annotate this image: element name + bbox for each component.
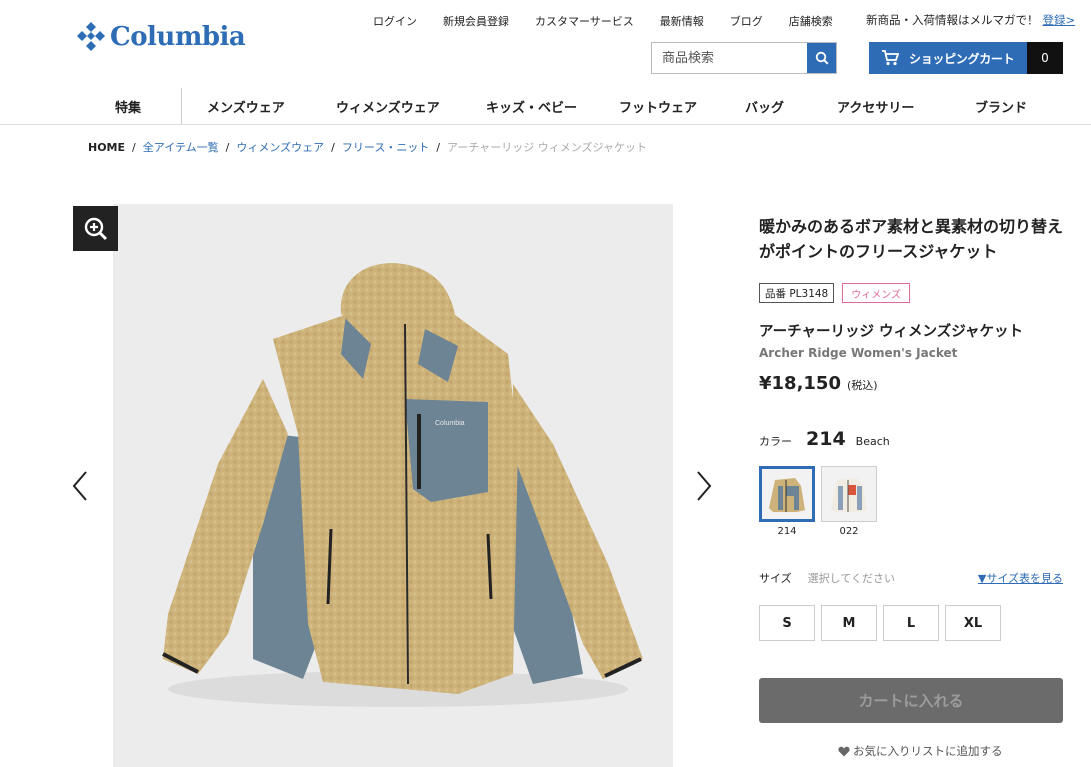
customer-service-link[interactable]: カスタマーサービス (535, 13, 634, 29)
breadcrumb-separator: / (331, 140, 335, 154)
product-name-en: Archer Ridge Women's Jacket (759, 346, 958, 360)
login-link[interactable]: ログイン (373, 13, 417, 29)
sku-badge: 品番 PL3148 (759, 283, 835, 303)
add-to-cart-button[interactable]: カートに入れる (759, 678, 1063, 723)
product-price: ¥18,150 (税込) (759, 373, 878, 394)
color-swatches: 214 022 (759, 466, 883, 537)
jacket-thumbnail-white (831, 478, 867, 512)
nav-kids[interactable]: キッズ・ベビー (486, 97, 577, 116)
main-nav: 特集 メンズウェア ウィメンズウェア キッズ・ベビー フットウェア バッグ アク… (0, 88, 1091, 125)
blog-link[interactable]: ブログ (730, 13, 763, 29)
zoom-button[interactable] (73, 206, 118, 251)
nav-features[interactable]: 特集 (115, 97, 141, 116)
search-box (651, 42, 837, 74)
swatch-thumbnail (821, 466, 877, 522)
nav-bags[interactable]: バッグ (745, 97, 784, 116)
size-hint: 選択してください (807, 572, 896, 585)
price-tax-note: (税込) (846, 379, 878, 392)
nav-accessories[interactable]: アクセサリー (837, 97, 914, 116)
search-button[interactable] (807, 43, 836, 73)
size-s-button[interactable]: S (759, 605, 815, 641)
size-m-button[interactable]: M (821, 605, 877, 641)
jacket-illustration: Columbia (162, 263, 643, 707)
brand-name: Columbia (110, 22, 246, 52)
columbia-diamond-icon (77, 22, 105, 51)
breadcrumb: HOME / 全アイテム一覧 / ウィメンズウェア / フリース・ニット / ア… (88, 139, 647, 155)
breadcrumb-home[interactable]: HOME (88, 141, 125, 154)
newsletter-promo: 新商品・入荷情報はメルマガで！ 登録> (866, 12, 1075, 28)
product-image[interactable]: Columbia (113, 204, 673, 767)
product-headline: 暖かみのあるボア素材と異素材の切り替えがポイントのフリースジャケット (759, 217, 1064, 261)
color-code: 214 (806, 428, 846, 450)
swatch-code: 214 (777, 526, 797, 537)
breadcrumb-womens[interactable]: ウィメンズウェア (236, 139, 324, 155)
previous-image-button[interactable] (70, 468, 90, 504)
newsletter-register-link[interactable]: 登録> (1043, 13, 1076, 27)
utility-nav: ログイン 新規会員登録 カスタマーサービス 最新情報 ブログ 店舗検索 (373, 13, 859, 29)
cart-label: ショッピングカート (909, 51, 1015, 66)
jacket-logo: Columbia (435, 420, 465, 427)
product-tags: 品番 PL3148 ウィメンズ (759, 283, 911, 303)
jacket-thumbnail-beach (769, 478, 805, 512)
breadcrumb-separator: / (132, 140, 136, 154)
add-to-wishlist-link[interactable]: お気に入りリストに追加する (838, 743, 1003, 759)
chevron-right-icon (697, 471, 712, 501)
product-name-ja: アーチャーリッジ ウィメンズジャケット (759, 324, 1024, 340)
size-label: サイズ (759, 572, 792, 585)
store-search-link[interactable]: 店舗検索 (789, 13, 833, 29)
register-link[interactable]: 新規会員登録 (443, 13, 509, 29)
search-input[interactable] (652, 43, 807, 73)
cart-icon (881, 50, 899, 66)
shopping-cart-button[interactable]: ショッピングカート 0 (869, 42, 1063, 74)
heart-icon (838, 746, 850, 757)
nav-womens[interactable]: ウィメンズウェア (336, 97, 440, 116)
nav-mens[interactable]: メンズウェア (207, 97, 285, 116)
zoom-in-icon (84, 217, 107, 240)
color-selection: カラー 214 Beach (759, 428, 890, 450)
size-l-button[interactable]: L (883, 605, 939, 641)
size-xl-button[interactable]: XL (945, 605, 1001, 641)
newsletter-text: 新商品・入荷情報はメルマガで！ (866, 13, 1039, 27)
wishlist-label: お気に入りリストに追加する (853, 744, 1003, 758)
swatch-code: 022 (839, 526, 859, 537)
size-chart-link[interactable]: ▼サイズ表を見る (978, 570, 1063, 586)
nav-brand[interactable]: ブランド (975, 97, 1027, 116)
swatch-thumbnail (759, 466, 815, 522)
nav-footwear[interactable]: フットウェア (619, 97, 697, 116)
swatch-214[interactable]: 214 (759, 466, 815, 537)
news-link[interactable]: 最新情報 (660, 13, 704, 29)
category-badge: ウィメンズ (842, 283, 911, 303)
swatch-022[interactable]: 022 (821, 466, 877, 537)
next-image-button[interactable] (694, 468, 714, 504)
price-value: ¥18,150 (759, 373, 841, 394)
nav-divider (181, 88, 182, 124)
size-selection: サイズ 選択してください ▼サイズ表を見る (759, 570, 1063, 586)
cart-count: 0 (1027, 42, 1063, 74)
color-label: カラー (759, 435, 792, 448)
chevron-left-icon (72, 471, 87, 501)
search-icon (815, 51, 829, 65)
breadcrumb-separator: / (436, 140, 441, 154)
size-options: S M L XL (759, 605, 1007, 641)
breadcrumb-fleece[interactable]: フリース・ニット (342, 139, 429, 155)
breadcrumb-separator: / (225, 140, 230, 154)
color-name: Beach (855, 435, 890, 448)
brand-logo[interactable]: Columbia (75, 20, 246, 54)
breadcrumb-all-items[interactable]: 全アイテム一覧 (143, 139, 219, 155)
breadcrumb-current: アーチャーリッジ ウィメンズジャケット (447, 141, 648, 154)
